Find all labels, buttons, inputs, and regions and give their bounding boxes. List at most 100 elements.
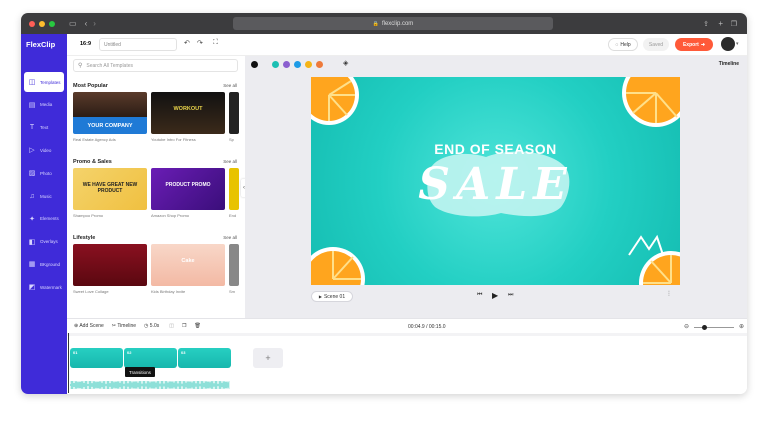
template-search[interactable]: ⚲ Search All Templates (73, 59, 238, 72)
search-input[interactable]: Search All Templates (86, 63, 133, 69)
sidebar-item-music[interactable]: ♫ Music (24, 186, 64, 206)
timeline-clip[interactable]: 03 (178, 348, 231, 368)
skip-back-icon[interactable]: ⏮ (477, 292, 482, 299)
template-thumbnail[interactable]: WORKOUT (151, 92, 225, 134)
sidebar-item-watermark[interactable]: ◩ Watermark (24, 277, 64, 297)
timeline-panel: ⊕ Add Scene ✂ Timeline ◷ 5.0s ◫ ❐ 🗑 00:0… (67, 318, 747, 394)
redo-icon[interactable]: ↷ (197, 39, 203, 47)
template-thumbnail[interactable] (73, 244, 147, 286)
template-thumbnail[interactable]: YOUR COMPANY (73, 92, 147, 134)
template-thumbnail[interactable]: PRODUCT PROMO (151, 168, 225, 210)
saved-button[interactable]: Saved (643, 38, 669, 51)
audio-waveform[interactable] (70, 381, 230, 389)
paint-bucket-icon[interactable]: ◈ (343, 59, 348, 67)
play-icon[interactable]: ▶ (492, 291, 498, 300)
sidebar-toggle-icon[interactable]: ▭ (69, 19, 77, 28)
zoom-slider-handle[interactable] (702, 325, 707, 330)
zoom-in-icon[interactable]: ⊕ (739, 323, 744, 330)
new-tab-icon[interactable]: + (718, 19, 723, 28)
video-canvas[interactable]: END OF SEASON SALE (311, 77, 680, 285)
section-title: Lifestyle (73, 235, 96, 241)
audio-wave-icon[interactable]: ⫶ (668, 291, 670, 299)
color-swatch[interactable] (283, 60, 290, 68)
arrow-right-icon: ➜ (700, 41, 706, 48)
photo-icon: ▨ (28, 170, 36, 178)
sidebar-item-elements[interactable]: ✦ Elements (24, 209, 64, 229)
add-scene-button[interactable]: ⊕ Add Scene (74, 323, 104, 329)
scene-button[interactable]: ▶ Scene 01 (311, 291, 353, 302)
template-thumbnail[interactable] (229, 168, 239, 210)
time-readout: 00:04.9 / 00:15.0 (408, 324, 446, 330)
export-button[interactable]: Export ➜ (675, 38, 713, 51)
template-overlay-text: Cake (181, 258, 195, 264)
color-swatch[interactable] (272, 60, 279, 68)
app-logo[interactable]: FlexClip (26, 40, 55, 49)
background-icon: ▦ (28, 261, 36, 269)
sidebar-item-photo[interactable]: ▨ Photo (24, 163, 64, 183)
maximize-window-button[interactable] (49, 20, 55, 27)
canvas-sale-text: SALE (418, 159, 573, 210)
undo-icon[interactable]: ↶ (184, 39, 190, 47)
aspect-ratio-button[interactable]: 16:9 (80, 41, 91, 47)
sidebar-item-templates[interactable]: ◫ Templates (24, 72, 64, 92)
browser-window: ▭ ‹ › 🔒 flexclip.com ⇪ + ❐ FlexClip ◫ Temp… (21, 13, 747, 394)
playhead[interactable] (68, 333, 69, 393)
clip-number: 01 (73, 350, 78, 355)
search-icon: ⚲ (78, 63, 83, 69)
help-button[interactable]: ◌ Help (608, 38, 638, 51)
timeline-clip[interactable]: 01 (70, 348, 123, 368)
see-all-link[interactable]: See all (223, 235, 237, 240)
see-all-link[interactable]: See all (223, 159, 237, 164)
watermark-icon: ◩ (28, 284, 36, 292)
sidebar-item-label: Watermark (40, 284, 62, 290)
sidebar-item-video[interactable]: ▷ Video (24, 140, 64, 160)
add-icon: ⊕ (74, 323, 79, 329)
sidebar-item-text[interactable]: T Text (24, 118, 64, 138)
sidebar-item-media[interactable]: ▤ Media (24, 95, 64, 115)
media-icon: ▤ (28, 101, 36, 109)
zoom-out-icon[interactable]: ⊖ (684, 323, 689, 330)
fullscreen-icon[interactable]: ⛶ (213, 39, 218, 47)
text-icon: T (29, 124, 35, 132)
color-swatch[interactable] (294, 60, 301, 68)
timeline-ruler (67, 333, 747, 336)
sidebar-item-label: Video (40, 147, 52, 153)
back-icon[interactable]: ‹ (85, 19, 88, 28)
color-swatch[interactable] (305, 60, 312, 68)
split-icon[interactable]: ◫ (169, 323, 174, 329)
project-title-input[interactable]: Untitled (99, 38, 177, 51)
duplicate-icon[interactable]: ❐ (182, 323, 186, 329)
template-overlay-text: WE HAVE GREAT NEW PRODUCT (82, 182, 138, 194)
templates-icon: ◫ (28, 79, 36, 86)
color-swatch[interactable] (251, 60, 258, 68)
sidebar-item-overlays[interactable]: ◧ Overlays (24, 232, 64, 252)
address-bar[interactable]: 🔒 flexclip.com (233, 17, 553, 30)
timeline-link[interactable]: Timeline (719, 61, 739, 67)
template-thumbnail[interactable] (229, 244, 239, 286)
avatar[interactable] (721, 37, 735, 51)
add-clip-button[interactable]: + (253, 348, 283, 368)
color-swatch[interactable] (316, 60, 323, 68)
add-scene-label: Add Scene (79, 323, 104, 329)
see-all-link[interactable]: See all (223, 83, 237, 88)
sidebar-item-bkground[interactable]: ▦ BKground (24, 254, 64, 274)
template-caption: Sweet Love Collage (73, 289, 109, 294)
minimize-window-button[interactable] (39, 20, 45, 27)
timeline-clip[interactable]: 02 (124, 348, 177, 368)
share-icon[interactable]: ⇪ (703, 20, 709, 28)
timeline-toolbar: ⊕ Add Scene ✂ Timeline ◷ 5.0s ◫ ❐ 🗑 (74, 323, 201, 329)
forward-icon[interactable]: › (93, 19, 96, 28)
trash-icon[interactable]: 🗑 (194, 323, 200, 329)
close-window-button[interactable] (29, 20, 35, 27)
editor-topbar: 16:9 Untitled ↶ ↷ ⛶ ◌ Help Saved Export ➜ … (67, 34, 747, 56)
duration-button[interactable]: ◷ 5.0s (144, 323, 159, 329)
chevron-down-icon[interactable]: ▾ (736, 41, 739, 47)
zoom-slider[interactable] (694, 325, 734, 330)
help-label: Help (620, 41, 631, 48)
timeline-toggle[interactable]: ✂ Timeline (112, 323, 136, 329)
skip-forward-icon[interactable]: ⏭ (508, 292, 513, 299)
template-thumbnail[interactable] (229, 92, 239, 134)
tabs-overview-icon[interactable]: ❐ (731, 20, 737, 28)
template-thumbnail[interactable]: Cake (151, 244, 225, 286)
template-thumbnail[interactable]: WE HAVE GREAT NEW PRODUCT (73, 168, 147, 210)
